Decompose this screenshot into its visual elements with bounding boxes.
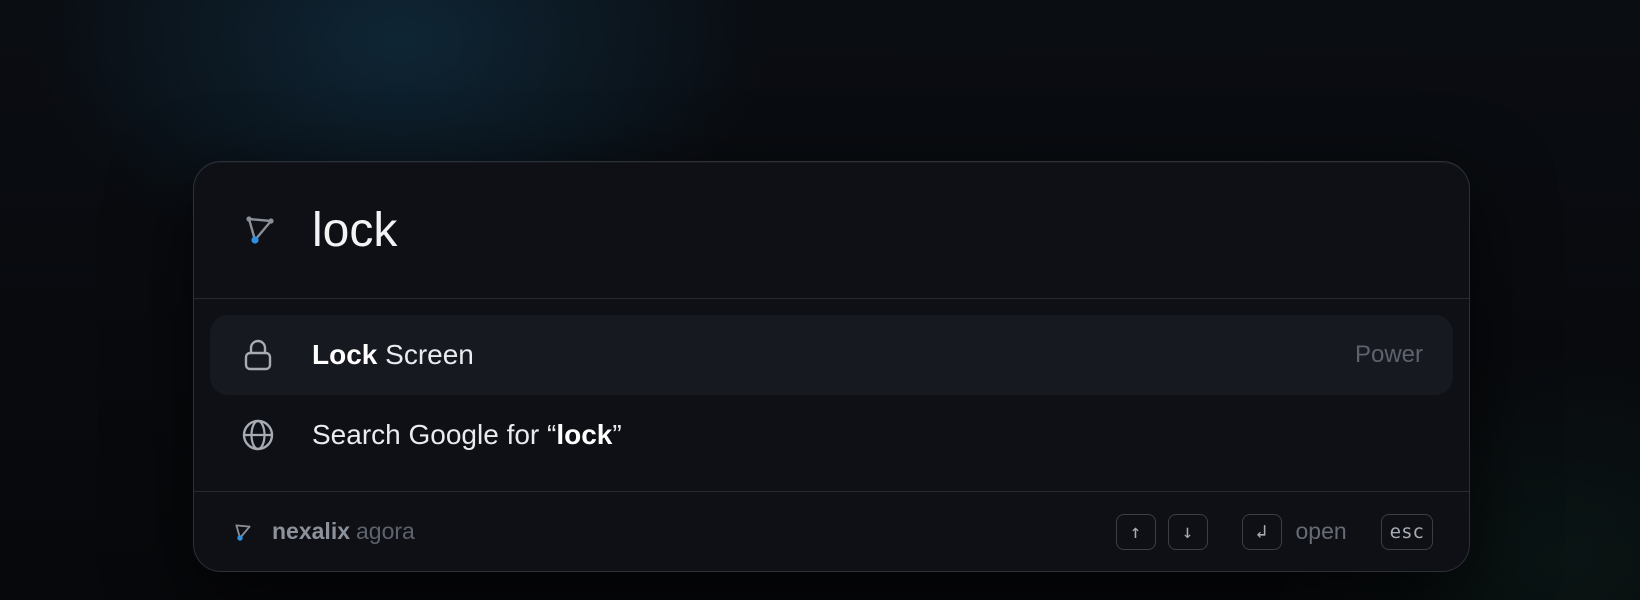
arrow-down-key[interactable]: ↓: [1167, 513, 1208, 550]
result-label: Lock Screen: [312, 339, 474, 370]
open-label: open: [1295, 518, 1347, 544]
search-input[interactable]: [312, 202, 1312, 258]
result-label: Search Google for “lock”: [312, 419, 622, 450]
brand-product: agora: [356, 518, 415, 544]
results-list: Lock Screen Power Search Google for “loc…: [194, 299, 1469, 492]
escape-hint: esc: [1380, 513, 1433, 550]
search-bar: [194, 162, 1469, 299]
open-hint: ↲ open: [1241, 513, 1347, 550]
nexalix-logo-icon: [234, 522, 254, 542]
result-category: Power: [1354, 341, 1423, 368]
result-search-google[interactable]: Search Google for “lock”: [210, 395, 1453, 475]
globe-icon: [240, 417, 276, 453]
command-palette: Lock Screen Power Search Google for “loc…: [193, 161, 1470, 572]
enter-key[interactable]: ↲: [1241, 513, 1282, 550]
keyboard-hints: ↑ ↓ ↲ open esc: [1115, 513, 1433, 550]
footer-bar: nexalix agora ↑ ↓ ↲ open esc: [194, 492, 1469, 571]
brand-name: nexalix: [272, 518, 350, 544]
nexalix-logo-icon: [244, 214, 276, 246]
brand: nexalix agora: [234, 518, 415, 545]
result-lock-screen[interactable]: Lock Screen Power: [210, 315, 1453, 395]
navigate-hint: ↑ ↓: [1115, 513, 1208, 550]
lock-icon: [240, 337, 276, 373]
arrow-up-key[interactable]: ↑: [1115, 513, 1156, 550]
escape-key[interactable]: esc: [1380, 513, 1433, 550]
